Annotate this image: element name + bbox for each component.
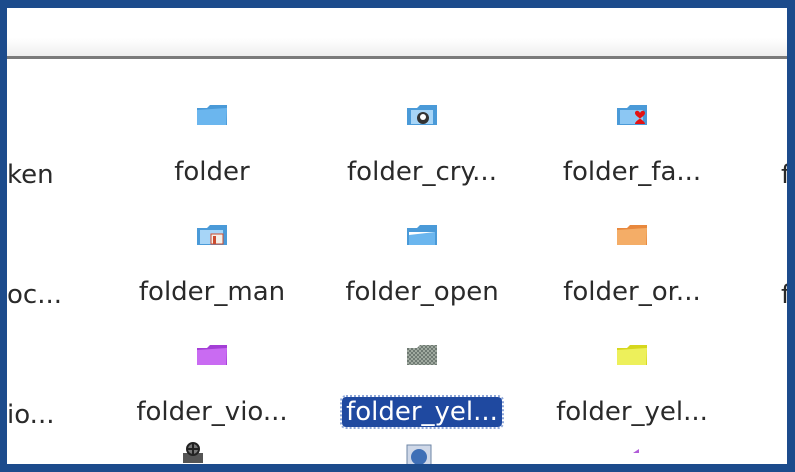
- folder-orange-icon: [617, 225, 647, 245]
- folder-yellow-icon: [617, 345, 647, 365]
- folder-item[interactable]: folder: [107, 59, 317, 187]
- folder-orange-item[interactable]: folder_or...: [527, 179, 737, 307]
- folder-open-icon: [407, 225, 437, 245]
- folder-yellow-selected-label: folder_yel...: [317, 395, 527, 429]
- folder-violet-icon: [197, 345, 227, 365]
- partial-label-f-2[interactable]: f: [781, 278, 787, 312]
- network-icon[interactable]: [179, 441, 207, 464]
- folder-yellow-label: folder_yel...: [556, 397, 708, 427]
- folder-man-item[interactable]: folder_man: [107, 179, 317, 307]
- icon-grid: ken folder folder_cry... folder_fa... f …: [7, 59, 787, 464]
- folder-yellow-item[interactable]: folder_yel...: [527, 299, 737, 427]
- partial-label-f-1[interactable]: f: [781, 158, 787, 192]
- folder-man-icon: [197, 225, 227, 245]
- folder-violet-label: folder_vio...: [136, 397, 288, 427]
- partial-label-ken[interactable]: ken: [7, 158, 54, 192]
- folder-crypto-item[interactable]: folder_cry...: [317, 59, 527, 187]
- partial-label-oc[interactable]: oc...: [7, 278, 62, 312]
- folder-icon: [197, 105, 227, 125]
- partial-label-io[interactable]: io...: [7, 398, 54, 432]
- folder-violet-item[interactable]: folder_vio...: [107, 299, 317, 427]
- folder-open-item[interactable]: folder_open: [317, 179, 527, 307]
- folder-favorite-icon: [617, 105, 647, 125]
- folder-yellow-selected-icon: [407, 345, 437, 365]
- folder-yellow-selected-item[interactable]: folder_yel...: [317, 299, 527, 429]
- arrow-icon[interactable]: [630, 444, 646, 456]
- folder-crypto-icon: [407, 105, 437, 125]
- toolbar-area: [7, 8, 787, 59]
- folder-favorite-item[interactable]: folder_fa...: [527, 59, 737, 187]
- file-manager-window: ken folder folder_cry... folder_fa... f …: [7, 8, 787, 464]
- globe-icon[interactable]: [405, 443, 433, 464]
